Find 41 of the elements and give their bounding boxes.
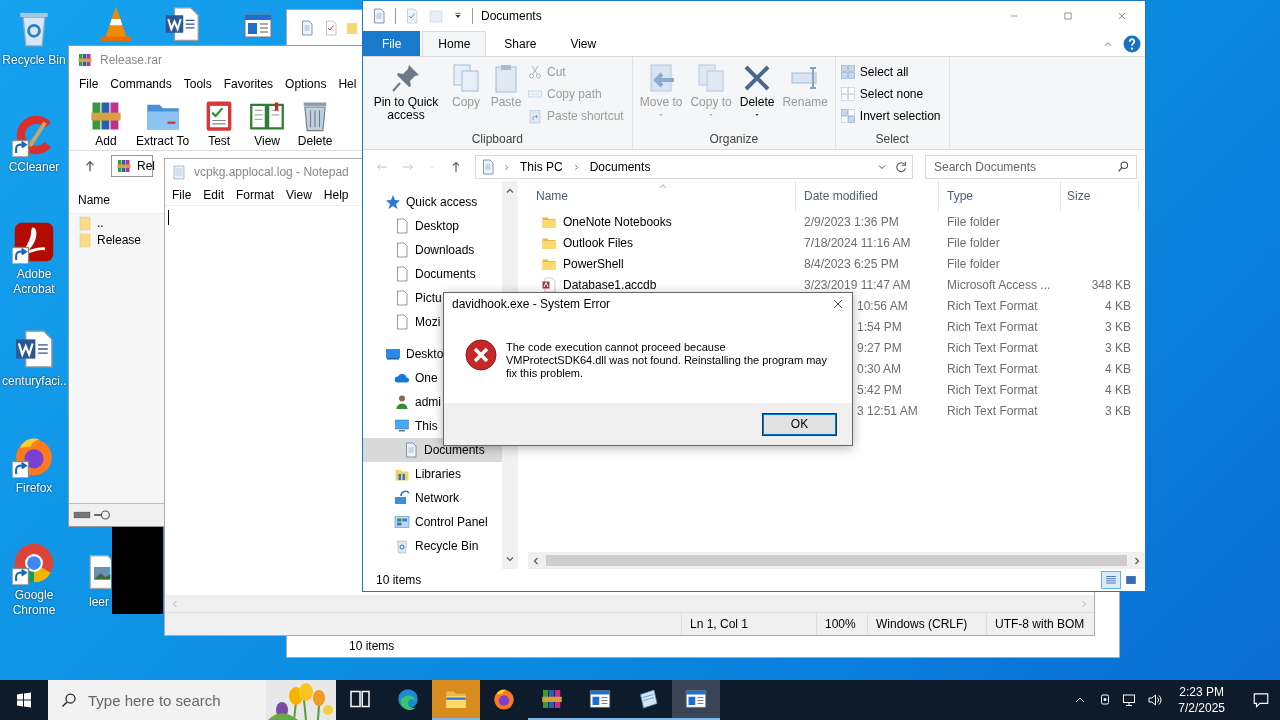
window-title: vcpkg.applocal.log - Notepad — [194, 165, 349, 179]
table-cell: 4 KB — [1105, 361, 1131, 376]
window-title: Documents — [481, 9, 542, 23]
group-label: Organize — [708, 132, 760, 148]
table-cell-text: Rich Text Format — [946, 319, 1039, 334]
group-label: Clipboard — [470, 132, 525, 148]
error-message: The code execution cannot proceed because VMProtectSDK64.dll was not found. Reinstalling the program may fix this problem. — [506, 340, 828, 380]
table-cell-text: Rich Text Format — [946, 298, 1039, 313]
status-text: UTF-8 with BOM — [986, 613, 1093, 635]
status-text: Windows (CRLF) — [867, 613, 986, 635]
table-cell-text: Rich Text Format — [946, 403, 1039, 418]
table-cell: 3 12:51 AM — [857, 403, 918, 418]
table-cell-text: File folder — [946, 256, 1001, 271]
table-cell-text: Rich Text Format — [946, 340, 1039, 355]
table-cell-text: File folder — [946, 214, 1001, 229]
status-text: 100% — [816, 613, 867, 635]
window-title: Release.rar — [100, 53, 163, 67]
table-cell: 4 KB — [1105, 298, 1131, 313]
status-text: 10 items — [348, 639, 396, 655]
status-text: Ln 1, Col 1 — [681, 613, 816, 635]
table-cell: 10:56 AM — [857, 298, 908, 313]
table-cell-text: File folder — [946, 235, 1001, 250]
table-cell: 3 KB — [1105, 340, 1131, 355]
group-label: Select — [874, 132, 910, 148]
table-cell: 2/9/2023 1:36 PM — [804, 214, 899, 229]
table-cell: 3 KB — [1105, 319, 1131, 334]
table-cell: 4 KB — [1105, 382, 1131, 397]
table-cell: 348 KB — [1091, 277, 1131, 292]
status-text: 10 items — [376, 573, 422, 587]
table-cell: 8/4/2023 6:25 PM — [804, 256, 899, 271]
table-cell: 7/18/2024 11:16 AM — [804, 235, 911, 250]
table-cell-text: Rich Text Format — [946, 361, 1039, 376]
table-cell-text: Rich Text Format — [946, 382, 1039, 397]
table-cell: 3 KB — [1105, 403, 1131, 418]
table-cell: 5:42 PM — [857, 382, 902, 397]
dialog-title: davidhook.exe - System Error — [452, 297, 611, 311]
table-cell: 9:27 PM — [857, 340, 902, 355]
table-cell: 1:54 PM — [857, 319, 902, 334]
table-cell: 3/23/2019 11:47 AM — [804, 277, 911, 292]
table-cell-text: Microsoft Access ... — [946, 277, 1052, 292]
table-cell: 0:30 AM — [857, 361, 902, 376]
